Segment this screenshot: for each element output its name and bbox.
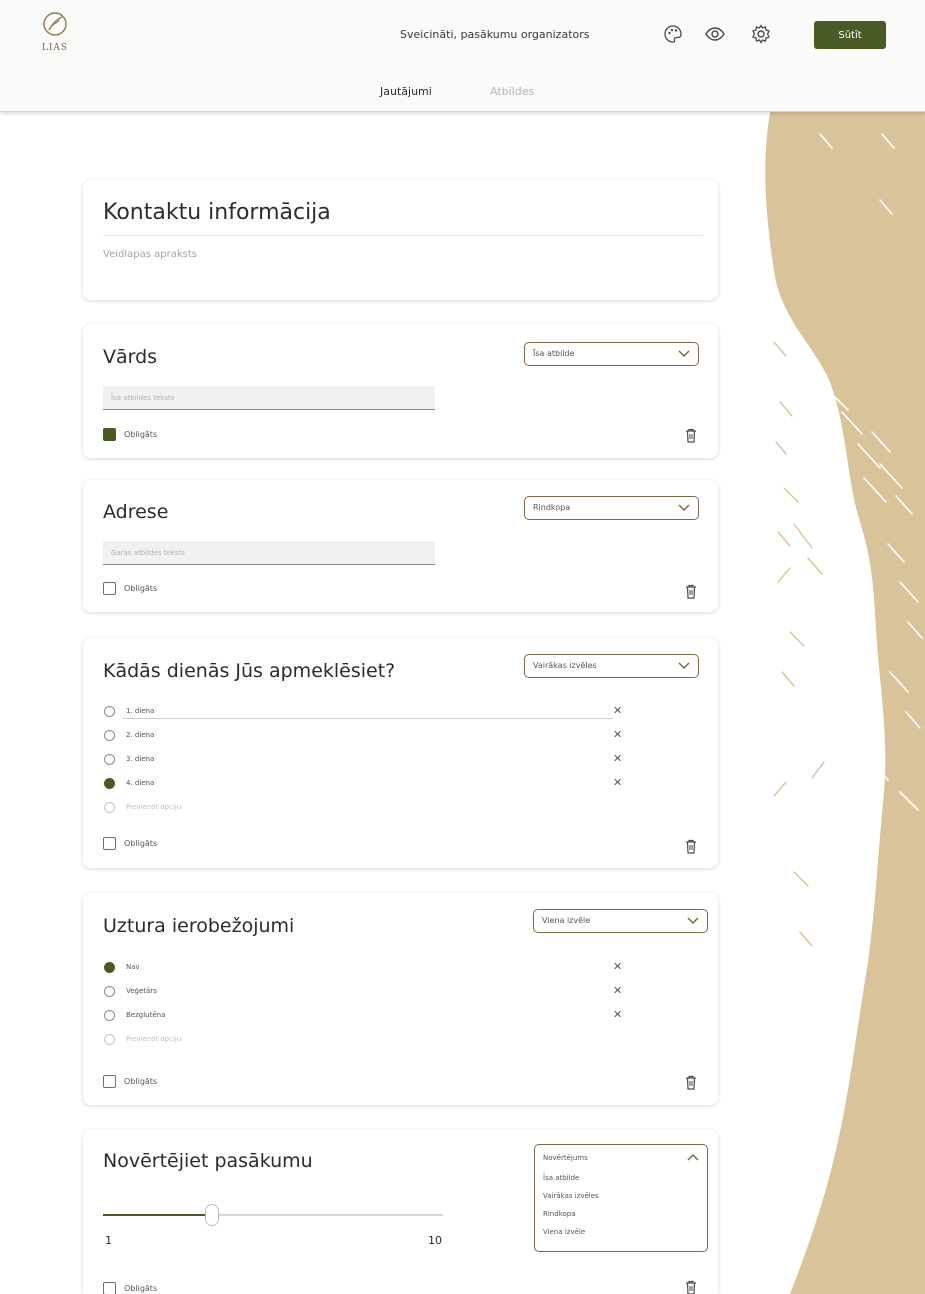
question-type-label: Viena izvēle: [542, 916, 591, 925]
question-type-select[interactable]: Rindkopa: [524, 496, 699, 520]
option-label[interactable]: Veģetārs: [126, 987, 157, 995]
palette-icon[interactable]: [662, 23, 684, 45]
chevron-down-icon: [687, 917, 699, 925]
required-label: Obligāts: [124, 584, 158, 593]
dropdown-option[interactable]: Vairākas izvēles: [543, 1192, 599, 1200]
eye-icon[interactable]: [704, 23, 726, 45]
close-icon[interactable]: ✕: [613, 961, 622, 972]
question-type-label: Rindkopa: [533, 503, 571, 512]
question-card: Kādās dienās Jūs apmeklēsiet? Vairākas i…: [83, 638, 718, 868]
decorative-background: [765, 112, 925, 1294]
chevron-down-icon: [678, 662, 690, 670]
chevron-down-icon: [678, 350, 690, 358]
trash-icon[interactable]: [685, 839, 697, 854]
logo-mark-icon: [43, 12, 67, 36]
question-title[interactable]: Novērtējiet pasākumu: [103, 1150, 313, 1172]
question-card: Uztura ierobežojumi Viena izvēle Nav ✕ V…: [83, 893, 718, 1105]
tab-questions[interactable]: Jautājumi: [380, 85, 432, 98]
required-checkbox[interactable]: [103, 837, 116, 850]
add-option-radio: [104, 802, 115, 813]
option-radio[interactable]: [104, 754, 115, 765]
add-option-input[interactable]: Pievienot opciju: [126, 803, 181, 811]
required-label: Obligāts: [124, 430, 158, 439]
option-label[interactable]: 1. diena: [126, 707, 154, 715]
dropdown-option[interactable]: Viena izvēle: [543, 1228, 585, 1236]
chevron-down-icon: [678, 504, 690, 512]
trash-icon[interactable]: [685, 1280, 697, 1294]
close-icon[interactable]: ✕: [613, 705, 622, 716]
form-header-card: Kontaktu informācija Veidlapas apraksts: [83, 180, 718, 300]
short-answer-input[interactable]: Īsa atbildes teksts: [103, 386, 435, 410]
form-title[interactable]: Kontaktu informācija: [103, 200, 331, 225]
trash-icon[interactable]: [685, 1075, 697, 1090]
add-option-input[interactable]: Pievienot opciju: [126, 1035, 181, 1043]
chevron-up-icon[interactable]: [687, 1153, 699, 1161]
option-radio[interactable]: [104, 730, 115, 741]
required-checkbox[interactable]: [103, 1282, 116, 1294]
scale-max-label: 10: [428, 1234, 442, 1247]
add-option-radio: [104, 1034, 115, 1045]
close-icon[interactable]: ✕: [613, 985, 622, 996]
dropdown-option[interactable]: Īsa atbilde: [543, 1174, 579, 1182]
gear-icon[interactable]: [750, 23, 772, 45]
close-icon[interactable]: ✕: [613, 729, 622, 740]
option-underline: [123, 718, 613, 719]
option-label[interactable]: 2. diena: [126, 731, 154, 739]
required-label: Obligāts: [124, 1077, 158, 1086]
option-radio[interactable]: [104, 706, 115, 717]
rating-slider-thumb[interactable]: [205, 1204, 219, 1226]
tab-responses[interactable]: Atbildes: [490, 85, 534, 98]
question-title[interactable]: Vārds: [103, 346, 157, 368]
option-radio-selected[interactable]: [104, 962, 115, 973]
required-label: Obligāts: [124, 839, 158, 848]
required-checkbox[interactable]: [103, 428, 116, 441]
send-button[interactable]: Sūtīt: [814, 21, 886, 49]
required-checkbox[interactable]: [103, 582, 116, 595]
dropdown-selected-value[interactable]: Novērtējums: [543, 1154, 588, 1162]
option-label[interactable]: Nav: [126, 963, 140, 971]
question-type-dropdown-open[interactable]: Novērtējums Īsa atbilde Vairākas izvēles…: [534, 1144, 708, 1252]
option-label[interactable]: 3. diena: [126, 755, 154, 763]
required-label: Obligāts: [124, 1284, 158, 1293]
trash-icon[interactable]: [685, 584, 697, 599]
close-icon[interactable]: ✕: [613, 1009, 622, 1020]
question-type-select[interactable]: Īsa atbilde: [524, 342, 699, 366]
form-description[interactable]: Veidlapas apraksts: [103, 249, 197, 260]
question-type-select[interactable]: Viena izvēle: [533, 909, 708, 933]
trash-icon[interactable]: [685, 428, 697, 443]
title-divider: [103, 235, 703, 236]
paragraph-input[interactable]: Garas atbildes teksts: [103, 541, 435, 565]
question-type-label: Īsa atbilde: [533, 349, 575, 358]
close-icon[interactable]: ✕: [613, 753, 622, 764]
greeting-text: Sveicināti, pasākumu organizators: [400, 28, 590, 41]
question-type-label: Vairākas izvēles: [533, 661, 597, 670]
option-radio[interactable]: [104, 986, 115, 997]
logo-text: LIAS: [41, 43, 69, 53]
rating-slider-fill: [103, 1214, 212, 1216]
question-card: Adrese Rindkopa Garas atbildes teksts Ob…: [83, 480, 718, 612]
question-title[interactable]: Adrese: [103, 501, 168, 523]
question-title[interactable]: Uztura ierobežojumi: [103, 915, 294, 937]
close-icon[interactable]: ✕: [613, 777, 622, 788]
app-header: LIAS Sveicināti, pasākumu organizators S…: [0, 0, 925, 112]
option-radio-selected[interactable]: [104, 778, 115, 789]
scale-min-label: 1: [105, 1234, 112, 1247]
option-label[interactable]: 4. diena: [126, 779, 154, 787]
option-radio[interactable]: [104, 1010, 115, 1021]
required-checkbox[interactable]: [103, 1075, 116, 1088]
dropdown-option[interactable]: Rindkopa: [543, 1210, 576, 1218]
question-title[interactable]: Kādās dienās Jūs apmeklēsiet?: [103, 660, 395, 682]
logo[interactable]: LIAS: [38, 10, 72, 60]
option-label[interactable]: Bezglutēna: [126, 1011, 165, 1019]
question-type-select[interactable]: Vairākas izvēles: [524, 654, 699, 678]
question-card: Vārds Īsa atbilde Īsa atbildes teksts Ob…: [83, 324, 718, 458]
